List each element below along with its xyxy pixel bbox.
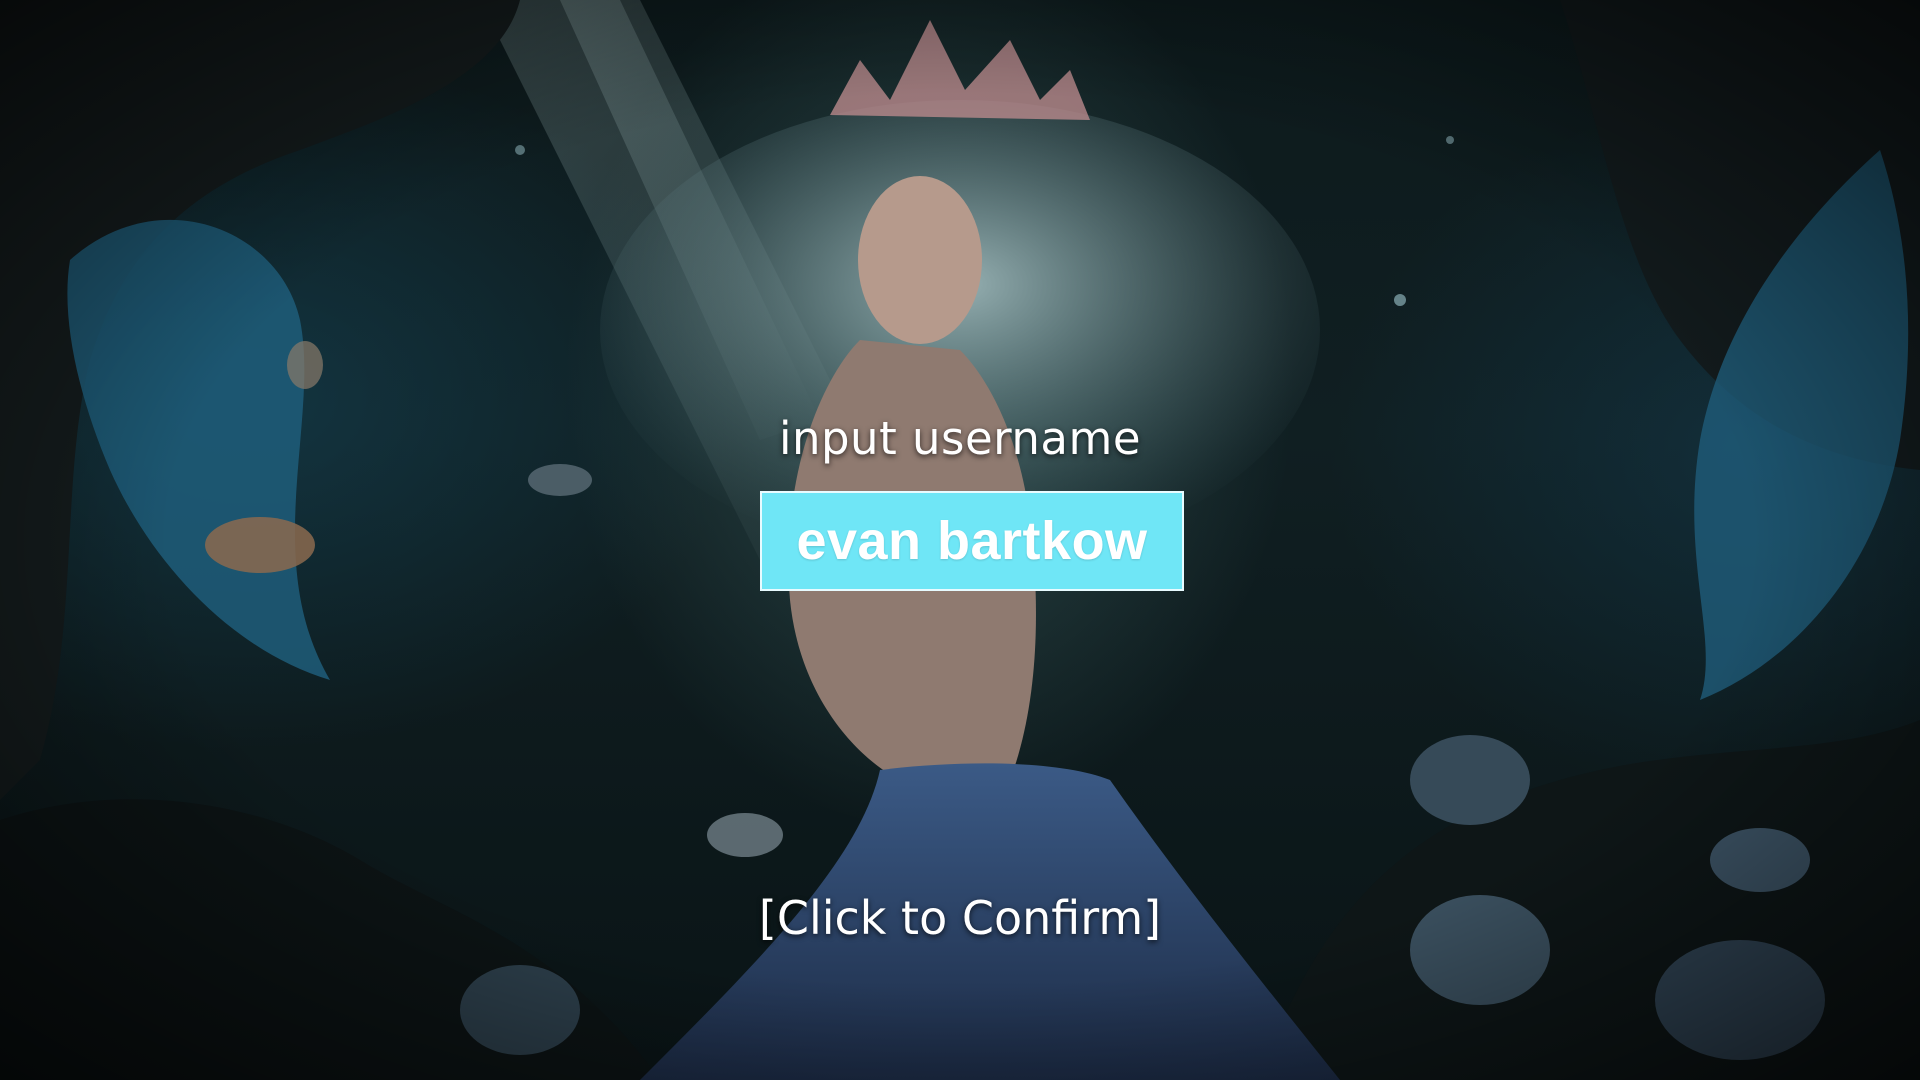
username-input-value: evan bartkow <box>796 511 1148 571</box>
confirm-button[interactable]: [Click to Confirm] <box>740 884 1180 952</box>
game-screen: input username evan bartkow [Click to Co… <box>0 0 1920 1080</box>
username-prompt-label: input username <box>778 412 1142 465</box>
username-input[interactable]: evan bartkow <box>760 491 1184 591</box>
